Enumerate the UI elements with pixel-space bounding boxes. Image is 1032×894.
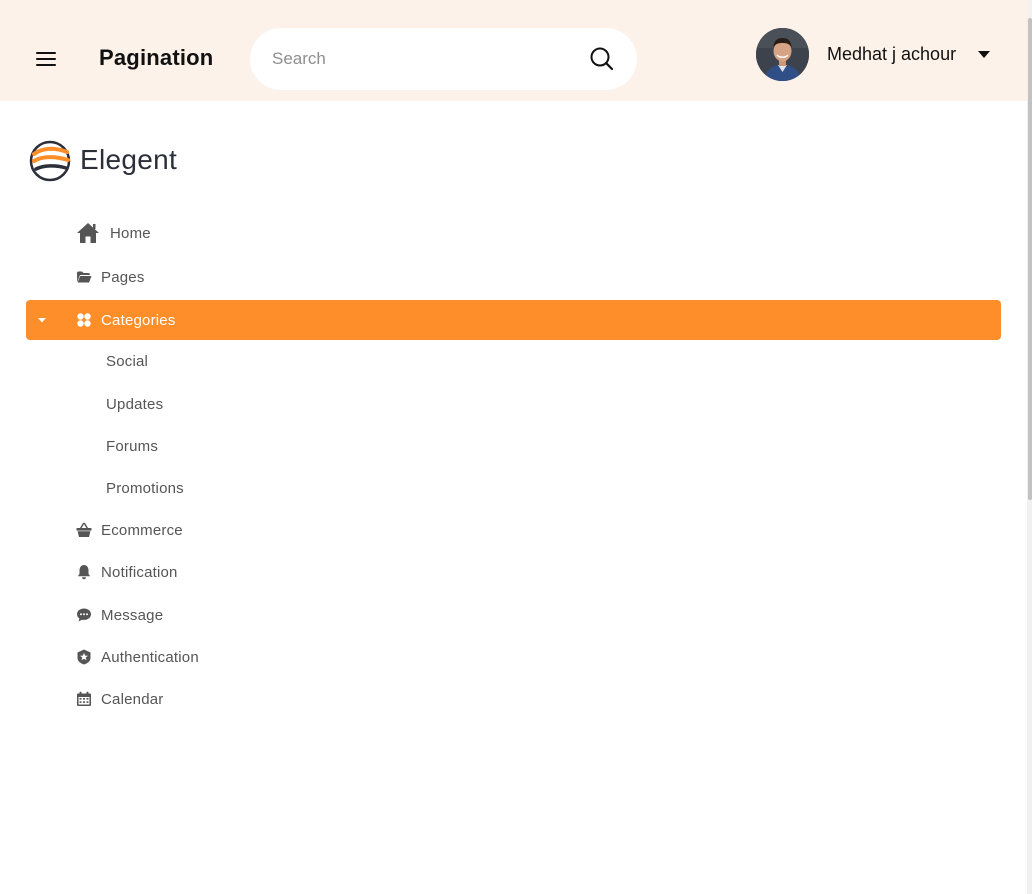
caret-down-icon[interactable] (976, 48, 992, 60)
comment-icon (77, 608, 91, 622)
sidebar-item-label: Home (110, 225, 151, 242)
sidebar-item-label: Categories (101, 312, 176, 329)
search-input[interactable] (272, 45, 572, 73)
submenu-item-promotions[interactable]: Promotions (106, 480, 184, 504)
submenu-item-updates[interactable]: Updates (106, 396, 163, 420)
page-title: Pagination (99, 45, 214, 70)
basket-icon (76, 522, 92, 537)
sidebar-item-label: Pages (101, 269, 145, 286)
caret-down-icon (38, 318, 46, 323)
sidebar-item-label: Authentication (101, 649, 199, 666)
sidebar-item-categories[interactable]: Categories (26, 300, 1001, 340)
home-icon (77, 223, 99, 243)
bell-icon (77, 565, 91, 580)
sidebar-item-label: Message (101, 607, 164, 624)
submenu-item-social[interactable]: Social (106, 353, 148, 377)
brand-logo-icon (29, 140, 71, 182)
top-header: Pagination Medhat j achour (0, 0, 1032, 101)
brand-name: Elegent (80, 144, 178, 175)
sidebar-item-label: Calendar (101, 691, 164, 708)
grid-icon (77, 313, 91, 327)
user-name[interactable]: Medhat j achour (827, 44, 956, 65)
submenu-item-forums[interactable]: Forums (106, 438, 158, 462)
sidebar-item-calendar[interactable]: Calendar (26, 679, 1001, 719)
sidebar-item-pages[interactable]: Pages (26, 257, 1001, 297)
calendar-icon (77, 691, 91, 706)
sidebar-item-label: Ecommerce (101, 522, 183, 539)
sidebar-item-message[interactable]: Message (26, 595, 1001, 635)
user-avatar[interactable] (756, 28, 809, 81)
sidebar-item-label: Notification (101, 564, 178, 581)
sidebar-item-home[interactable]: Home (26, 213, 1001, 253)
search-icon[interactable] (588, 45, 616, 73)
sidebar-item-notification[interactable]: Notification (26, 552, 1001, 592)
hamburger-menu-icon[interactable] (34, 49, 58, 69)
page-scrollbar-thumb[interactable] (1028, 18, 1032, 500)
star-badge-icon (77, 649, 91, 665)
folder-icon (77, 271, 92, 283)
sidebar-item-ecommerce[interactable]: Ecommerce (26, 510, 1001, 550)
sidebar-item-authentication[interactable]: Authentication (26, 637, 1001, 677)
search-box (250, 28, 637, 90)
